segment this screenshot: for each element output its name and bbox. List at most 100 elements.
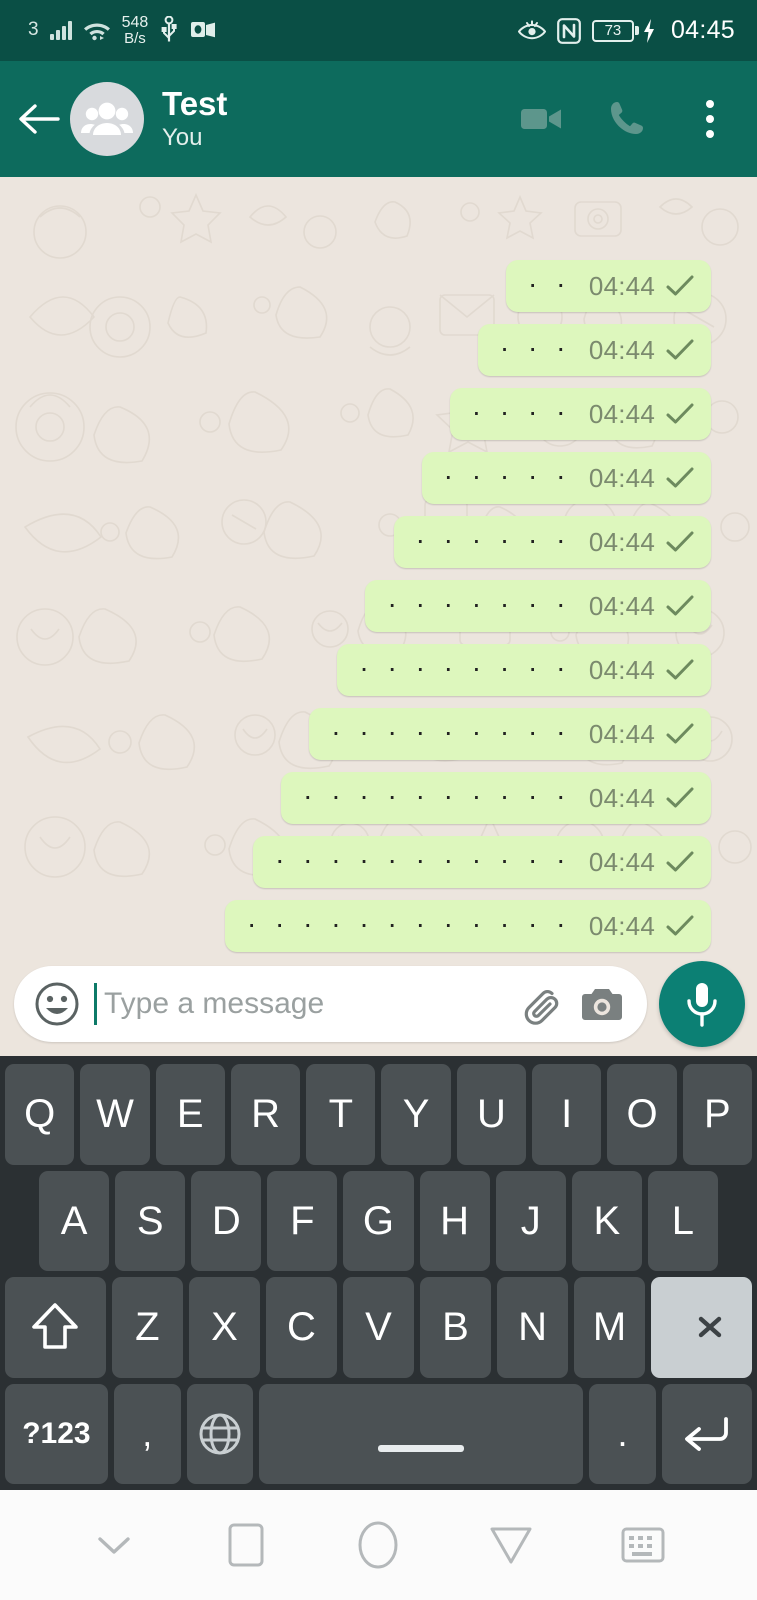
- message-text: · · ·: [499, 332, 571, 363]
- chat-message-list[interactable]: · · 04:44 · · · 04:44 · · · · 04:44 · · …: [0, 177, 757, 960]
- message-text: · · · · · · · ·: [359, 652, 571, 683]
- key-d[interactable]: D: [191, 1170, 262, 1271]
- space-bar-line: [378, 1445, 465, 1453]
- message-meta: 04:44: [589, 591, 695, 622]
- video-call-icon[interactable]: [519, 96, 565, 142]
- key-l[interactable]: L: [647, 1170, 718, 1271]
- battery-charging-icon: 73: [591, 18, 657, 44]
- keyboard-row-3: Z X C V B N M: [3, 1277, 754, 1378]
- symbols-key[interactable]: ?123: [5, 1383, 108, 1484]
- message-text: · · · · · · · · · · · ·: [246, 908, 571, 939]
- signal-bars-icon: [49, 20, 72, 41]
- message-bubble[interactable]: · · · · · · · 04:44: [365, 580, 711, 632]
- search-input[interactable]: Type a message: [94, 966, 505, 1042]
- message-bubble[interactable]: · · · · · 04:44: [421, 452, 711, 504]
- emoji-icon[interactable]: [34, 981, 80, 1027]
- data-speed-unit: B/s: [124, 30, 146, 47]
- page-title: Test: [162, 84, 228, 122]
- shift-key[interactable]: [5, 1277, 106, 1378]
- message-bubble[interactable]: · · · · · · · · · · · 04:44: [253, 836, 711, 888]
- key-n[interactable]: N: [497, 1277, 569, 1378]
- chat-title-block[interactable]: Test You: [162, 84, 519, 153]
- key-j[interactable]: J: [495, 1170, 566, 1271]
- key-o[interactable]: O: [607, 1064, 677, 1165]
- key-k[interactable]: K: [571, 1170, 642, 1271]
- key-s[interactable]: S: [115, 1170, 186, 1271]
- key-q[interactable]: Q: [5, 1064, 75, 1165]
- chat-subtitle: You: [162, 123, 203, 151]
- period-key[interactable]: .: [589, 1383, 656, 1484]
- enter-key[interactable]: [661, 1383, 753, 1484]
- mic-icon[interactable]: [659, 961, 745, 1047]
- key-h[interactable]: H: [419, 1170, 490, 1271]
- key-v[interactable]: V: [342, 1277, 414, 1378]
- globe-icon[interactable]: [186, 1383, 254, 1484]
- message-bubble[interactable]: · · · · · · · · · · 04:44: [281, 772, 711, 824]
- message-bubble[interactable]: · · 04:44: [505, 260, 711, 312]
- key-e[interactable]: E: [155, 1064, 225, 1165]
- sent-check-icon: [665, 530, 695, 554]
- status-bar-left: 3 548 B/s: [28, 13, 216, 47]
- comma-key[interactable]: ,: [113, 1383, 181, 1484]
- key-f[interactable]: F: [267, 1170, 338, 1271]
- message-bubble[interactable]: · · · · · · 04:44: [393, 516, 711, 568]
- message-time: 04:44: [588, 910, 655, 941]
- outlook-icon: [190, 18, 216, 42]
- back-arrow-icon[interactable]: [12, 92, 66, 146]
- key-g[interactable]: G: [343, 1170, 414, 1271]
- message-input-pill[interactable]: Type a message: [14, 966, 647, 1042]
- message-bubble[interactable]: · · · · · · · · · 04:44: [309, 708, 711, 760]
- message-time: 04:44: [588, 398, 655, 429]
- message-time: 04:44: [588, 526, 655, 557]
- message-time: 04:44: [588, 590, 655, 621]
- sent-check-icon: [665, 850, 695, 874]
- key-u[interactable]: U: [456, 1064, 527, 1165]
- voice-call-icon[interactable]: [603, 96, 649, 142]
- recents-icon[interactable]: [209, 1508, 283, 1582]
- sent-check-icon: [665, 594, 695, 618]
- key-r[interactable]: R: [230, 1064, 301, 1165]
- message-bubble[interactable]: · · · 04:44: [477, 324, 711, 376]
- message-bubble[interactable]: · · · · 04:44: [449, 388, 711, 440]
- message-time: 04:44: [588, 270, 655, 301]
- message-bubble[interactable]: · · · · · · · · 04:44: [337, 644, 711, 696]
- nfc-icon: [557, 17, 581, 44]
- key-p[interactable]: P: [682, 1064, 752, 1165]
- overflow-menu-icon[interactable]: [687, 96, 733, 142]
- switch-keyboard-icon[interactable]: [606, 1508, 680, 1582]
- message-bubble[interactable]: · · · · · · · · · · · · 04:44: [224, 900, 711, 952]
- key-x[interactable]: X: [188, 1277, 260, 1378]
- back-icon[interactable]: [474, 1508, 548, 1582]
- backspace-key[interactable]: [651, 1277, 752, 1378]
- key-m[interactable]: M: [574, 1277, 646, 1378]
- chat-header: Test You: [0, 61, 757, 177]
- key-y[interactable]: Y: [381, 1064, 451, 1165]
- home-icon[interactable]: [341, 1508, 415, 1582]
- message-meta: 04:44: [589, 655, 695, 686]
- space-key[interactable]: [259, 1383, 584, 1484]
- keyboard-row-1: Q W E R T Y U I O P: [3, 1064, 754, 1165]
- key-t[interactable]: T: [306, 1064, 376, 1165]
- message-meta: 04:44: [589, 719, 695, 750]
- key-z[interactable]: Z: [111, 1277, 183, 1378]
- key-w[interactable]: W: [80, 1064, 150, 1165]
- key-b[interactable]: B: [420, 1277, 492, 1378]
- message-input-placeholder: Type a message: [104, 987, 325, 1020]
- attach-icon[interactable]: [519, 981, 565, 1027]
- sent-check-icon: [665, 274, 695, 298]
- header-actions: [519, 96, 733, 142]
- data-speed-value: 548: [121, 13, 149, 31]
- hide-keyboard-icon[interactable]: [77, 1508, 151, 1582]
- key-i[interactable]: I: [532, 1064, 602, 1165]
- message-meta: 04:44: [589, 783, 695, 814]
- message-input-bar: Type a message: [0, 960, 757, 1056]
- group-avatar-icon[interactable]: [70, 82, 144, 156]
- message-text: · · · · · · ·: [387, 588, 571, 619]
- key-c[interactable]: C: [265, 1277, 337, 1378]
- on-screen-keyboard[interactable]: Q W E R T Y U I O P A S D F G H J K L Z …: [0, 1056, 757, 1490]
- key-a[interactable]: A: [39, 1170, 110, 1271]
- camera-icon[interactable]: [579, 984, 625, 1024]
- sent-check-icon: [665, 338, 695, 362]
- message-text: · · · · ·: [443, 460, 571, 491]
- status-bar-right: 73 04:45: [517, 16, 735, 45]
